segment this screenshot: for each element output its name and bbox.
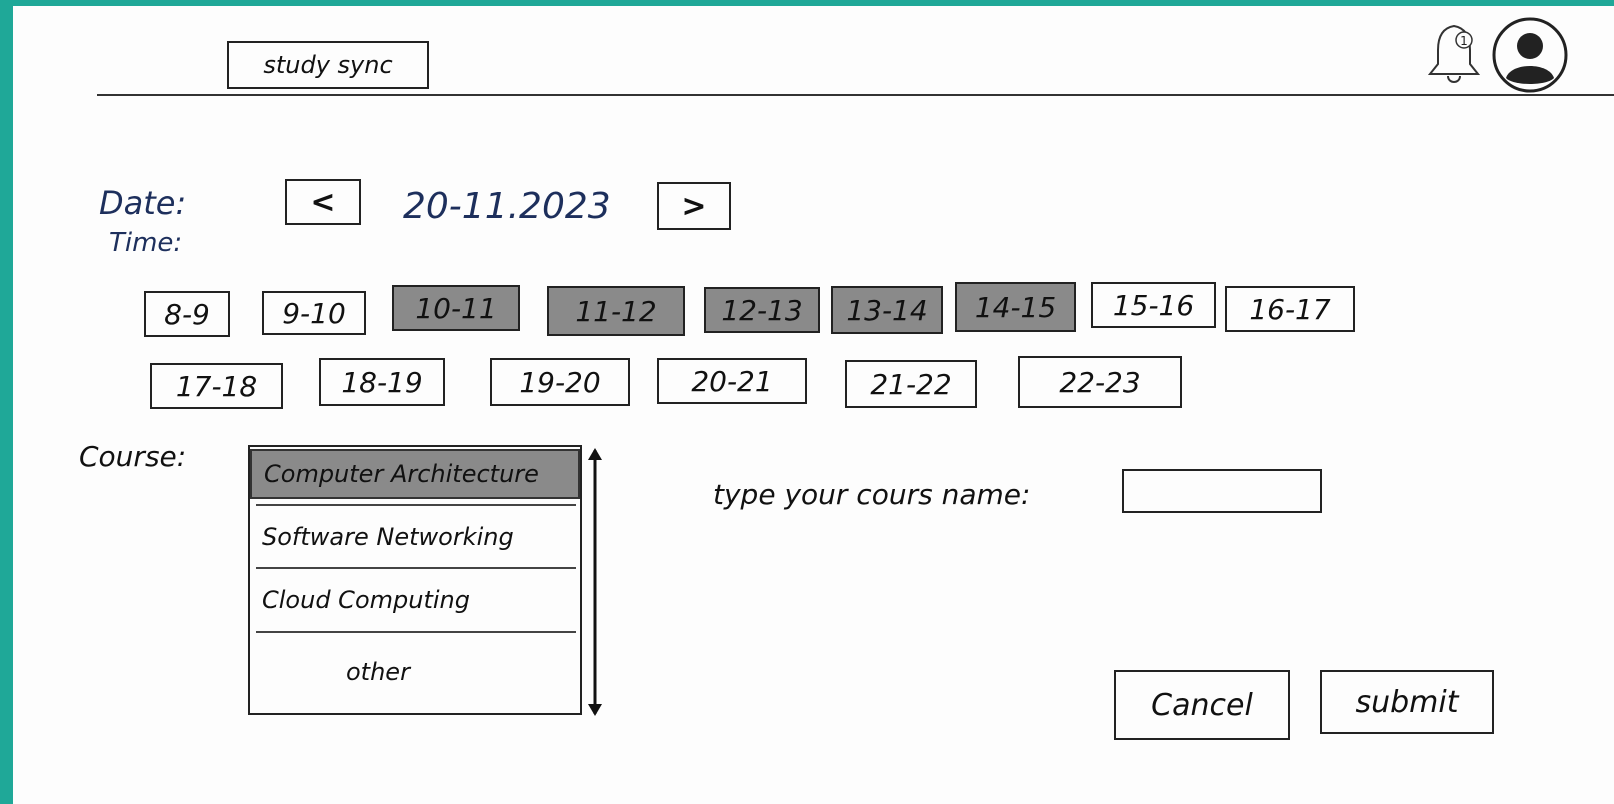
time-slot[interactable]: 22-23 [1018, 356, 1182, 408]
type-course-label: type your cours name: [713, 477, 1031, 511]
time-slot[interactable]: 11-12 [547, 286, 685, 336]
scroll-arrows-icon [588, 448, 602, 716]
time-slot[interactable]: 14-15 [955, 282, 1076, 332]
time-slot[interactable]: 8-9 [144, 291, 230, 337]
prev-date-button[interactable]: < [285, 179, 361, 225]
brand-logo[interactable]: study sync [227, 41, 429, 89]
course-option[interactable]: Computer Architecture [250, 449, 580, 499]
time-slot[interactable]: 20-21 [657, 358, 807, 404]
course-option[interactable]: other [250, 635, 580, 709]
time-slot[interactable]: 15-16 [1091, 282, 1216, 328]
course-name-input[interactable] [1122, 469, 1322, 513]
time-slot[interactable]: 12-13 [704, 287, 820, 333]
course-list: Computer Architecture Software Networkin… [248, 445, 582, 715]
course-divider [256, 504, 576, 506]
avatar[interactable] [1491, 16, 1569, 94]
course-option[interactable]: Cloud Computing [250, 571, 580, 629]
time-slot[interactable]: 21-22 [845, 360, 977, 408]
time-label: Time: [109, 228, 183, 258]
course-divider [256, 631, 576, 633]
date-label: Date: [99, 184, 187, 222]
next-date-button[interactable]: > [657, 182, 731, 230]
date-value: 20-11.2023 [403, 185, 611, 227]
time-slot[interactable]: 18-19 [319, 358, 445, 406]
time-slot[interactable]: 19-20 [490, 358, 630, 406]
course-divider [256, 567, 576, 569]
time-slot[interactable]: 9-10 [262, 291, 366, 335]
course-list-scrollbar[interactable] [585, 446, 605, 718]
submit-button[interactable]: submit [1320, 670, 1494, 734]
time-slot[interactable]: 17-18 [150, 363, 283, 409]
bell-icon: 1 [1427, 24, 1481, 83]
course-option[interactable]: Software Networking [250, 509, 580, 565]
avatar-icon [1492, 17, 1568, 93]
page-canvas: study sync 1 Date: Time: < 20-11.2023 > … [13, 6, 1614, 804]
header-divider [97, 94, 1614, 96]
time-slot[interactable]: 16-17 [1225, 286, 1355, 332]
time-slot[interactable]: 13-14 [831, 286, 943, 334]
cancel-button[interactable]: Cancel [1114, 670, 1290, 740]
notification-count: 1 [1460, 34, 1468, 48]
course-label: Course: [79, 440, 187, 473]
time-slot[interactable]: 10-11 [392, 285, 520, 331]
notification-button[interactable]: 1 [1426, 18, 1482, 90]
